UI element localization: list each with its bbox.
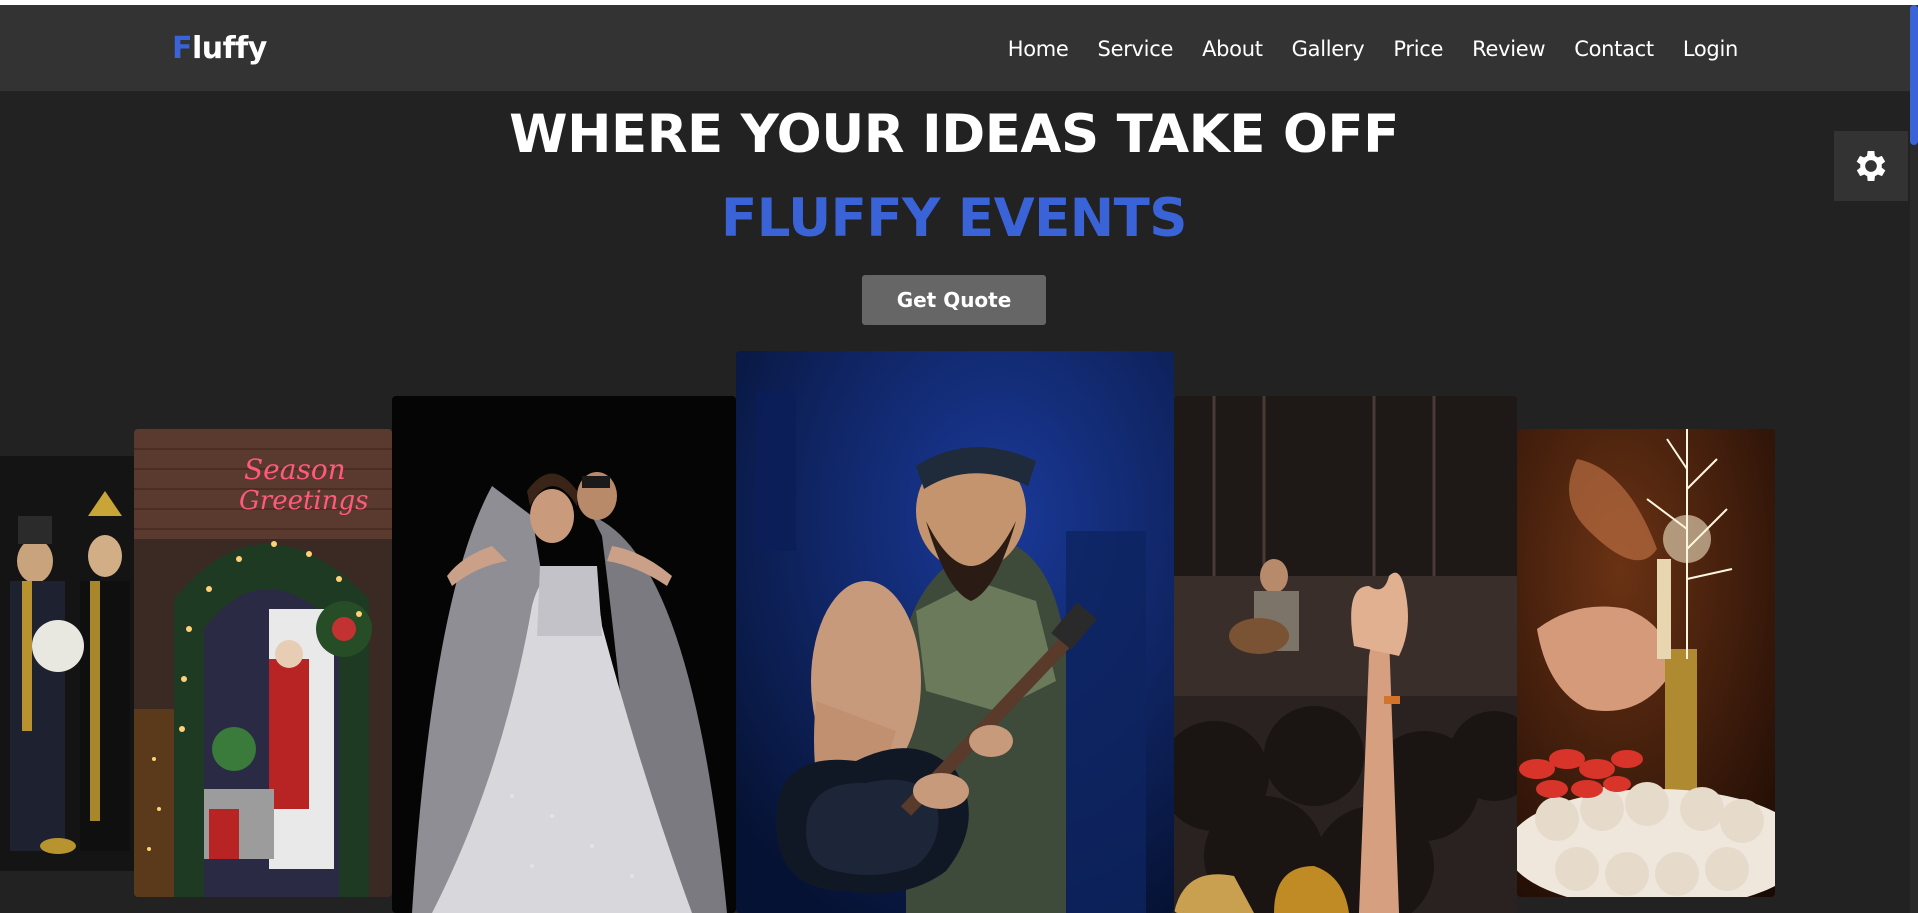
nav-service[interactable]: Service xyxy=(1098,37,1174,61)
hero-subtitle: FLUFFY EVENTS xyxy=(721,188,1187,249)
navbar: Fluffy Home Service About Gallery Price … xyxy=(0,5,1910,91)
logo-accent-letter: F xyxy=(172,31,193,66)
svg-text:Greetings: Greetings xyxy=(239,486,368,516)
logo-rest: luffy xyxy=(192,31,267,66)
nav-links: Home Service About Gallery Price Review … xyxy=(979,37,1739,61)
gallery-image-concert-crowd[interactable] xyxy=(1174,396,1517,913)
nav-login[interactable]: Login xyxy=(1683,37,1738,61)
nav-about[interactable]: About xyxy=(1202,37,1263,61)
nav-contact[interactable]: Contact xyxy=(1574,37,1654,61)
gallery-image-christmas[interactable]: Season Greetings xyxy=(134,429,392,897)
gallery-image-guitarist[interactable] xyxy=(736,351,1174,913)
hero-title: WHERE YOUR IDEAS TAKE OFF xyxy=(509,104,1399,165)
nav-price[interactable]: Price xyxy=(1393,37,1443,61)
gallery-image-cake-sparkler[interactable] xyxy=(1517,429,1775,897)
season-greetings-sign: Season xyxy=(244,453,346,486)
nav-home[interactable]: Home xyxy=(1008,37,1069,61)
scrollbar-thumb[interactable] xyxy=(1910,5,1918,145)
gallery-image-bride[interactable] xyxy=(392,396,736,913)
get-quote-button[interactable]: Get Quote xyxy=(862,275,1046,325)
brand-logo[interactable]: Fluffy xyxy=(172,31,267,66)
gallery-image-wedding-couple[interactable] xyxy=(0,456,134,871)
nav-review[interactable]: Review xyxy=(1472,37,1545,61)
nav-gallery[interactable]: Gallery xyxy=(1292,37,1365,61)
